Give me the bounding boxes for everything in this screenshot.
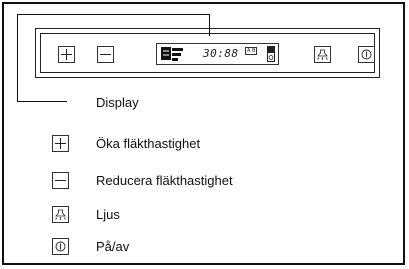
legend-display-label: Display <box>96 95 139 110</box>
legend-increase-label: Öka fläkthastighet <box>96 136 201 151</box>
control-panel: 30:88 A B <box>35 28 380 78</box>
legend-decrease-label: Reducera fläkthastighet <box>96 173 233 188</box>
timer-indicator-icon <box>267 46 275 62</box>
display-badge: A B <box>245 47 258 55</box>
leader-line-horizontal-bottom <box>17 101 67 102</box>
leader-line-vertical-top <box>209 14 210 36</box>
legend-light-label: Ljus <box>96 207 120 222</box>
lamp-icon <box>55 209 66 220</box>
leader-line-horizontal-top <box>17 14 210 15</box>
power-icon <box>361 49 372 60</box>
power-button[interactable] <box>358 46 375 63</box>
time-readout: 30:88 <box>203 47 239 60</box>
leader-line-vertical-left <box>17 14 18 101</box>
legend-plus-icon-box <box>52 135 69 152</box>
control-panel-inner: 30:88 A B <box>40 33 375 73</box>
display: 30:88 A B <box>156 43 279 65</box>
plus-icon <box>61 49 72 60</box>
legend-power-icon-box <box>52 238 69 255</box>
legend-power-label: På/av <box>96 239 130 254</box>
power-icon <box>55 241 66 252</box>
fan-decrease-button[interactable] <box>97 46 114 63</box>
lamp-icon <box>317 49 328 60</box>
legend-lamp-icon-box <box>52 206 69 223</box>
fan-increase-button[interactable] <box>58 46 75 63</box>
legend-minus-icon-box <box>52 172 69 189</box>
plus-icon <box>55 138 66 149</box>
light-button[interactable] <box>314 46 331 63</box>
minus-icon <box>55 180 66 181</box>
fan-level-icon <box>161 47 183 61</box>
minus-icon <box>100 54 111 55</box>
